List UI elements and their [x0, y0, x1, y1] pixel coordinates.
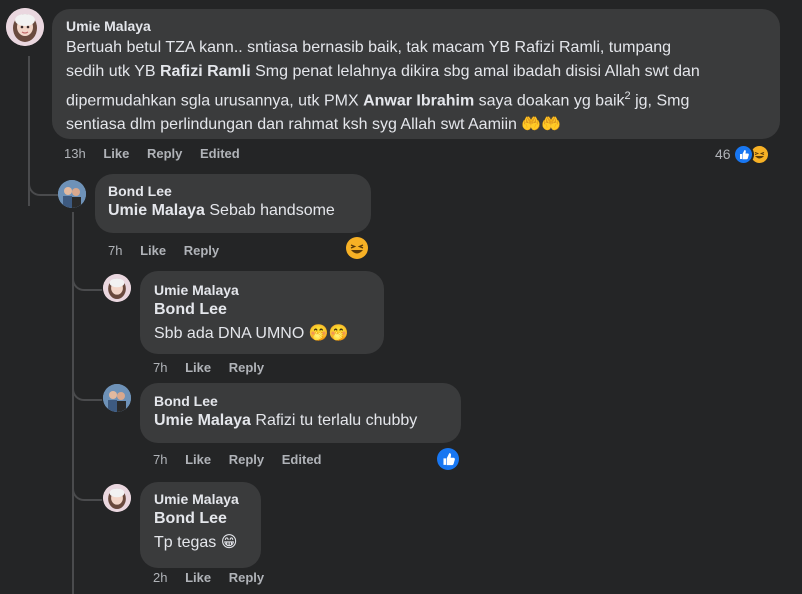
reply-text: Umie Malaya Rafizi tu terlalu chubby: [154, 412, 418, 429]
mention-link[interactable]: Rafizi Ramli: [160, 63, 251, 80]
reply-button[interactable]: Reply: [229, 360, 264, 375]
mention-link[interactable]: Anwar Ibrahim: [363, 92, 474, 109]
avatar[interactable]: [103, 384, 131, 412]
like-button[interactable]: Like: [185, 570, 211, 585]
like-button[interactable]: Like: [185, 360, 211, 375]
comment-text: Bertuah betul TZA kann.. sntiasa bernasi…: [66, 36, 766, 137]
comment-actions: 13h Like Reply Edited: [64, 146, 254, 161]
reply-bubble: Bond Lee Umie Malaya Sebab handsome: [95, 174, 371, 233]
edited-label[interactable]: Edited: [200, 146, 240, 161]
thread-connector-2: [72, 275, 102, 291]
mention-link[interactable]: Bond Lee: [154, 507, 247, 531]
reply-author[interactable]: Umie Malaya: [154, 491, 247, 507]
avatar[interactable]: [103, 274, 131, 302]
reply-button[interactable]: Reply: [184, 243, 219, 258]
thread-connector-3: [72, 385, 102, 401]
reply-author[interactable]: Bond Lee: [108, 183, 358, 199]
avatar-woman-icon: [103, 274, 131, 302]
grin-emoji: 😁: [220, 534, 238, 551]
comment-line: Bertuah betul TZA kann.. sntiasa bernasi…: [66, 39, 672, 56]
avatar[interactable]: [103, 484, 131, 512]
hand-over-mouth-emoji: 🤭🤭: [308, 325, 349, 342]
avatar-woman-icon: [103, 484, 131, 512]
reply-bubble: Umie Malaya Bond Lee Tp tegas 😁: [140, 482, 261, 568]
reply-actions: 7h Like Reply: [108, 243, 233, 258]
like-button[interactable]: Like: [185, 452, 211, 467]
timestamp[interactable]: 7h: [153, 360, 167, 375]
reply-text: Tp tegas 😁: [154, 534, 238, 551]
comment-bubble: Umie Malaya Bertuah betul TZA kann.. snt…: [52, 9, 780, 139]
thread-line-sub: [72, 212, 74, 594]
edited-label[interactable]: Edited: [282, 452, 322, 467]
reply-author[interactable]: Bond Lee: [154, 393, 447, 409]
like-reaction-icon[interactable]: [437, 448, 459, 470]
reply-actions: 7h Like Reply: [153, 360, 278, 375]
reply-bubble: Umie Malaya Bond Lee Sbb ada DNA UMNO 🤭🤭: [140, 271, 384, 354]
avatar[interactable]: [6, 8, 44, 46]
avatar-couple-icon: [58, 180, 86, 208]
reaction-count: 46: [715, 146, 731, 162]
comment-author[interactable]: Umie Malaya: [66, 18, 766, 34]
timestamp[interactable]: 2h: [153, 570, 167, 585]
thread-connector-1: [28, 180, 58, 196]
timestamp[interactable]: 7h: [108, 243, 122, 258]
haha-reaction-icon[interactable]: [346, 237, 368, 259]
comment-line: dipermudahkan sgla urusannya, utk PMX An…: [66, 90, 690, 110]
timestamp[interactable]: 13h: [64, 146, 86, 161]
comment-line: sedih utk YB Rafizi Ramli Smg penat lela…: [66, 63, 700, 80]
avatar-couple-icon: [103, 384, 131, 412]
reply-button[interactable]: Reply: [229, 570, 264, 585]
avatar[interactable]: [58, 180, 86, 208]
mention-link[interactable]: Umie Malaya: [154, 412, 251, 429]
timestamp[interactable]: 7h: [153, 452, 167, 467]
raising-hands-emoji: 🤲🤲: [521, 116, 562, 134]
reply-bubble: Bond Lee Umie Malaya Rafizi tu terlalu c…: [140, 383, 461, 443]
mention-link[interactable]: Umie Malaya: [108, 202, 205, 219]
comment-line: sentiasa dlm perlindungan dan rahmat ksh…: [66, 116, 562, 134]
thread-connector-4: [72, 485, 102, 501]
reply-actions: 2h Like Reply: [153, 570, 278, 585]
mention-link[interactable]: Bond Lee: [154, 298, 370, 322]
reply-author[interactable]: Umie Malaya: [154, 282, 370, 298]
reply-button[interactable]: Reply: [229, 452, 264, 467]
reaction-summary[interactable]: 46: [715, 143, 770, 165]
reply-actions: 7h Like Reply Edited: [153, 452, 336, 467]
like-reaction-icon: [732, 143, 754, 165]
like-button[interactable]: Like: [103, 146, 129, 161]
like-button[interactable]: Like: [140, 243, 166, 258]
reply-text: Sbb ada DNA UMNO 🤭🤭: [154, 325, 349, 342]
reply-text: Umie Malaya Sebab handsome: [108, 202, 335, 219]
avatar-woman-icon: [6, 8, 44, 46]
reply-button[interactable]: Reply: [147, 146, 182, 161]
